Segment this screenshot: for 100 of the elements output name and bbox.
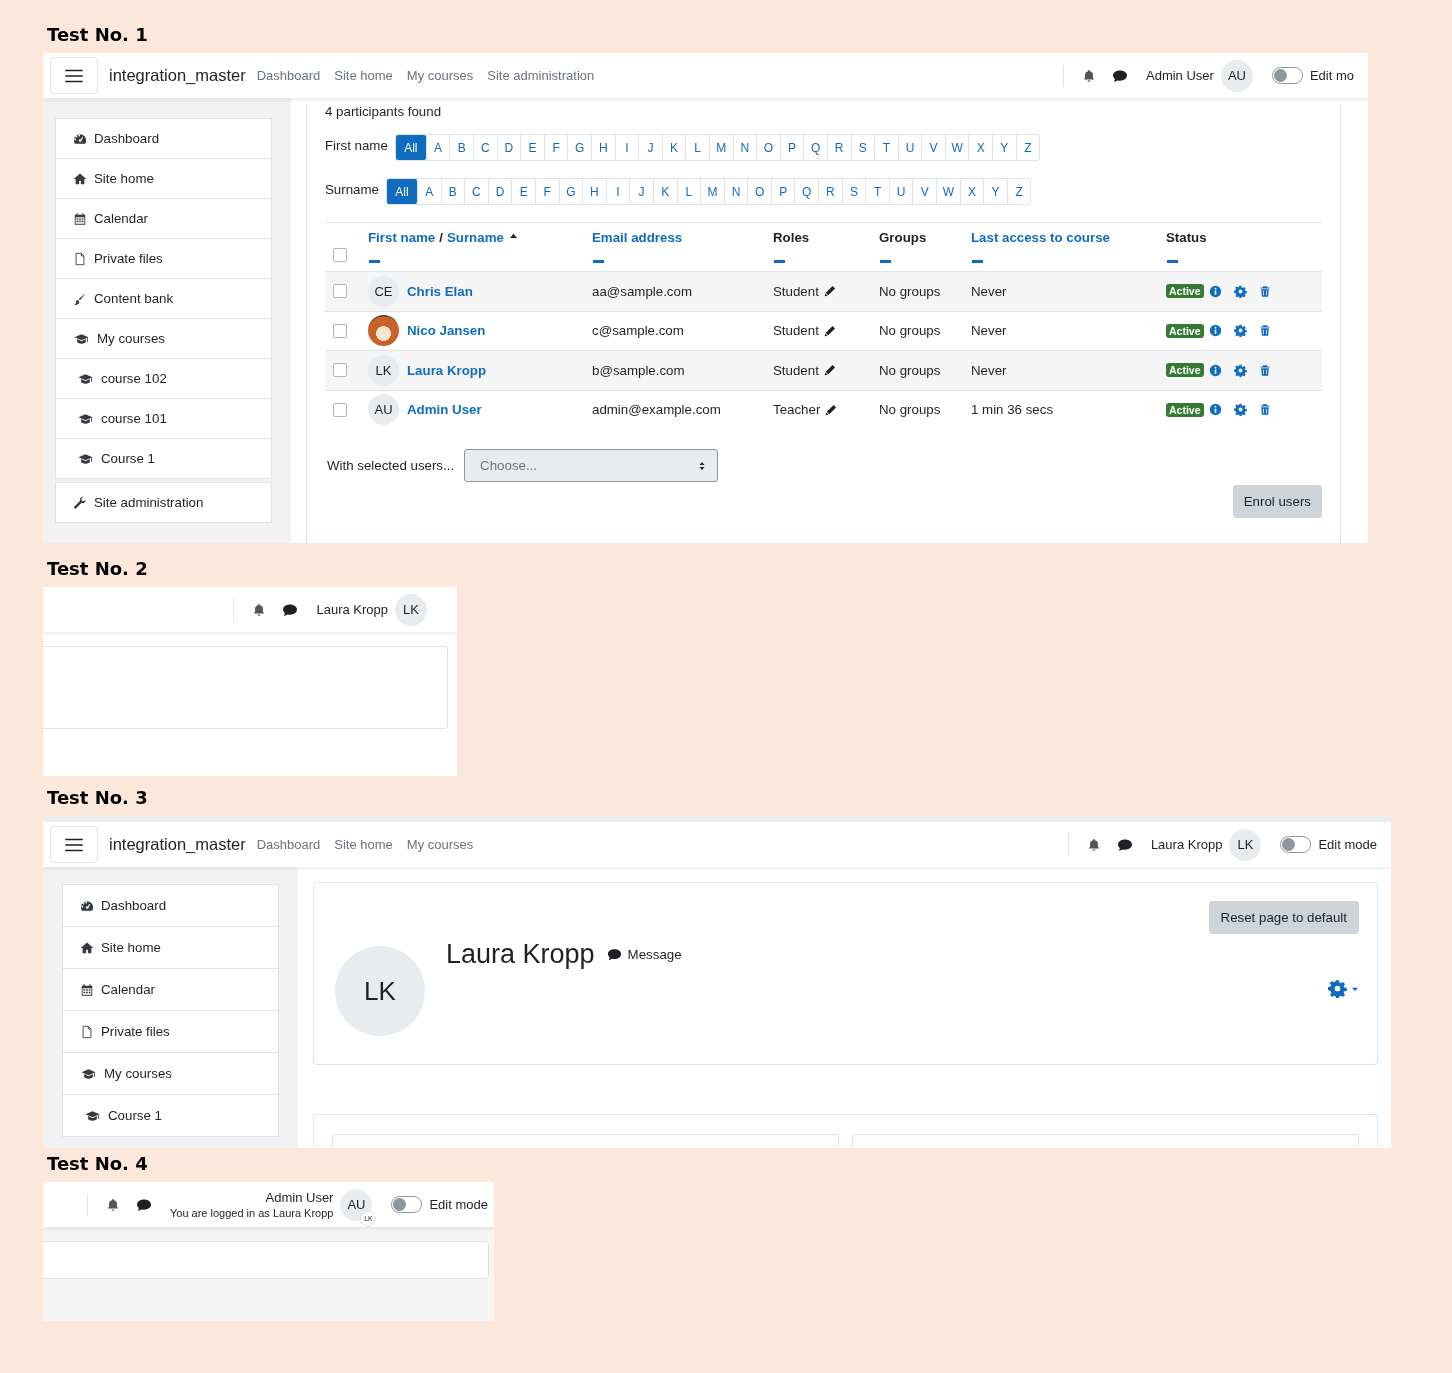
user-name[interactable]: Laura Kropp — [1150, 837, 1223, 852]
user-avatar[interactable]: LK — [395, 593, 427, 626]
select-all-checkbox[interactable] — [333, 248, 347, 262]
trash-icon[interactable] — [1258, 284, 1271, 298]
sidebar-item[interactable]: Site home — [55, 158, 272, 199]
sidebar-item[interactable]: Site administration — [55, 482, 272, 523]
letter-filter[interactable]: V — [921, 135, 945, 160]
letter-filter[interactable]: R — [818, 179, 842, 204]
gear-icon[interactable] — [1233, 324, 1247, 338]
letter-filter[interactable]: L — [685, 135, 709, 160]
trash-icon[interactable] — [1258, 363, 1271, 377]
row-checkbox[interactable] — [333, 363, 347, 378]
letter-filter[interactable]: X — [959, 179, 984, 204]
settings-menu-button[interactable] — [1328, 979, 1360, 998]
letter-filter[interactable]: D — [487, 179, 512, 204]
nav-link[interactable]: Dashboard — [256, 837, 321, 852]
letter-filter[interactable]: S — [850, 135, 875, 160]
letter-filter[interactable]: E — [511, 179, 535, 204]
letter-filter[interactable]: G — [567, 135, 591, 160]
letter-filter[interactable]: J — [638, 135, 662, 160]
sort-link[interactable]: First name — [368, 230, 436, 245]
letter-filter[interactable]: K — [661, 135, 686, 160]
bell-icon[interactable] — [1082, 67, 1096, 84]
pencil-icon[interactable] — [823, 364, 836, 377]
letter-filter[interactable]: N — [723, 179, 748, 204]
letter-filter[interactable]: Q — [794, 179, 819, 204]
edit-mode-toggle[interactable] — [1280, 836, 1312, 853]
sidebar-item[interactable]: Dashboard — [55, 118, 272, 159]
letter-filter[interactable]: I — [614, 135, 639, 160]
row-checkbox[interactable] — [333, 323, 347, 338]
letter-filter[interactable]: R — [826, 135, 851, 160]
letter-filter[interactable]: Z — [1006, 179, 1031, 204]
enrol-users-button[interactable]: Enrol users — [1232, 485, 1322, 518]
menu-button[interactable] — [50, 57, 98, 94]
letter-filter[interactable]: K — [652, 179, 677, 204]
letter-filter[interactable]: G — [558, 179, 583, 204]
bulk-action-select[interactable]: Choose... — [464, 449, 719, 482]
message-link[interactable]: Message — [606, 946, 682, 962]
letter-filter[interactable]: C — [473, 135, 497, 160]
user-name[interactable]: Admin User — [265, 1190, 334, 1205]
sidebar-item[interactable]: My courses — [55, 318, 272, 359]
letter-filter[interactable]: F — [543, 135, 568, 160]
nav-link[interactable]: My courses — [406, 837, 474, 852]
letter-filter[interactable]: T — [865, 179, 889, 204]
letter-filter[interactable]: C — [464, 179, 488, 204]
letter-filter[interactable]: W — [944, 135, 969, 160]
info-icon[interactable] — [1208, 284, 1222, 298]
sort-link[interactable]: Email address — [592, 230, 683, 245]
edit-mode-toggle[interactable] — [391, 1196, 423, 1213]
bell-icon[interactable] — [105, 1196, 120, 1213]
letter-filter[interactable]: H — [582, 179, 606, 204]
letter-filter[interactable]: Y — [983, 179, 1007, 204]
nav-link[interactable]: Site home — [334, 68, 393, 83]
user-name-link[interactable]: Nico Jansen — [407, 323, 486, 339]
user-name-link[interactable]: Chris Elan — [407, 283, 473, 299]
letter-filter[interactable]: B — [449, 135, 473, 160]
row-checkbox[interactable] — [333, 284, 347, 299]
reset-page-button[interactable]: Reset page to default — [1208, 901, 1359, 934]
nav-link[interactable]: Dashboard — [256, 68, 321, 83]
sort-link[interactable]: Last access to course — [971, 230, 1110, 245]
info-icon[interactable] — [1208, 324, 1222, 338]
sidebar-item[interactable]: Calendar — [55, 198, 272, 239]
sidebar-item[interactable]: course 102 — [55, 358, 272, 399]
user-name-link[interactable]: Admin User — [407, 402, 482, 418]
site-name[interactable]: integration_master — [109, 835, 246, 854]
bell-icon[interactable] — [252, 601, 267, 618]
nav-link[interactable]: Site home — [334, 837, 393, 852]
user-name-link[interactable]: Laura Kropp — [407, 362, 487, 378]
row-checkbox[interactable] — [333, 402, 347, 417]
edit-mode-toggle[interactable] — [1271, 67, 1303, 84]
pencil-icon[interactable] — [823, 285, 836, 298]
letter-filter[interactable]: I — [605, 179, 630, 204]
letter-filter[interactable]: P — [770, 179, 795, 204]
letter-filter[interactable]: O — [747, 179, 771, 204]
letter-filter[interactable]: W — [936, 179, 960, 204]
letter-filter[interactable]: B — [440, 179, 465, 204]
sort-link[interactable]: Surname — [446, 230, 504, 245]
sidebar-item[interactable]: Dashboard — [62, 884, 279, 927]
letter-filter[interactable]: S — [841, 179, 866, 204]
letter-filter[interactable]: Q — [803, 135, 827, 160]
bell-icon[interactable] — [1086, 836, 1101, 853]
letter-filter[interactable]: All — [386, 179, 417, 204]
letter-filter[interactable]: X — [968, 135, 993, 160]
sidebar-item[interactable]: course 101 — [55, 398, 272, 439]
letter-filter[interactable]: H — [590, 135, 615, 160]
letter-filter[interactable]: A — [416, 179, 441, 204]
gear-icon[interactable] — [1233, 284, 1247, 298]
sidebar-item[interactable]: Private files — [55, 238, 272, 279]
sidebar-item[interactable]: My courses — [62, 1052, 279, 1095]
letter-filter[interactable]: U — [888, 179, 913, 204]
letter-filter[interactable]: U — [897, 135, 922, 160]
gear-icon[interactable] — [1233, 363, 1247, 377]
nav-link[interactable]: My courses — [406, 68, 474, 83]
user-avatar[interactable]: LK — [1229, 828, 1262, 861]
letter-filter[interactable]: J — [629, 179, 653, 204]
info-icon[interactable] — [1208, 403, 1222, 417]
user-name[interactable]: Admin User — [1146, 68, 1214, 83]
sidebar-item[interactable]: Private files — [62, 1010, 279, 1053]
trash-icon[interactable] — [1258, 403, 1271, 417]
letter-filter[interactable]: F — [534, 179, 559, 204]
